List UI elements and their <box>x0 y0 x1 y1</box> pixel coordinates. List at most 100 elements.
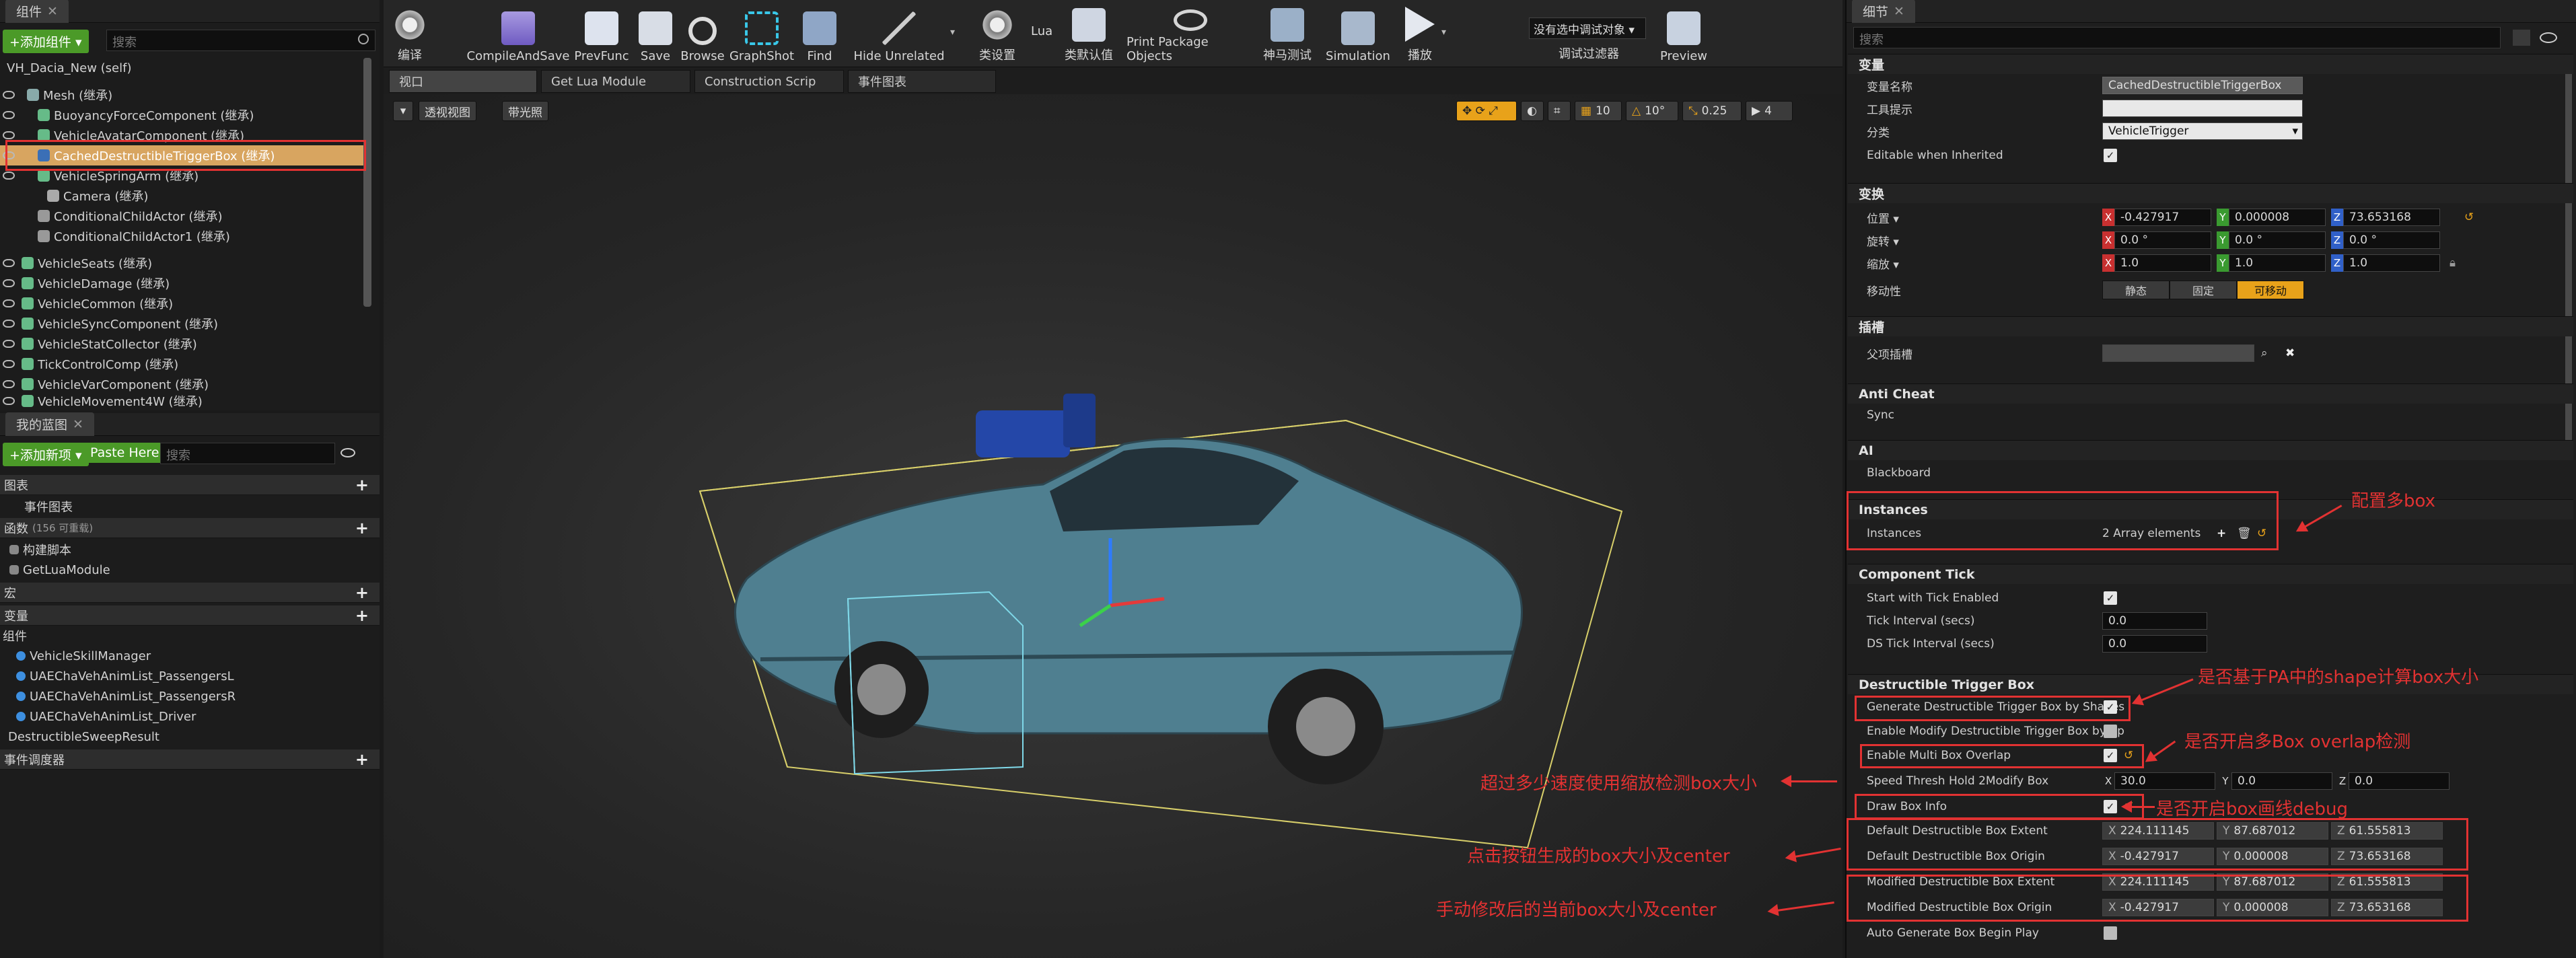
event-dispatchers-section[interactable]: 事件调度器 + <box>0 749 380 770</box>
components-subsection[interactable]: 组件 <box>3 626 27 646</box>
enable-modify-checkbox[interactable] <box>2104 725 2117 738</box>
compile-and-save-button[interactable]: CompileAndSave <box>467 4 569 63</box>
scale-z-input[interactable]: 1.0 <box>2343 254 2440 272</box>
eye-icon[interactable] <box>3 340 15 348</box>
details-search-input[interactable]: 搜索 <box>1853 27 2501 48</box>
eye-icon[interactable] <box>3 259 15 267</box>
class-settings-button[interactable]: 类设置 <box>970 4 1024 63</box>
eye-icon[interactable] <box>3 360 15 368</box>
speed-z-input[interactable]: 0.0 <box>2349 772 2449 790</box>
ai-section-header[interactable]: AI <box>1848 440 2573 460</box>
variable-item[interactable]: UAEChaVehAnimList_PassengersR <box>16 686 236 706</box>
mobility-movable-button[interactable]: 可移动 <box>2237 281 2304 299</box>
chevron-down-icon[interactable]: ▾ <box>1441 27 1446 38</box>
macros-section[interactable]: 宏 + <box>0 583 380 603</box>
add-icon[interactable]: + <box>355 476 369 494</box>
auto-generate-checkbox[interactable] <box>2104 926 2117 940</box>
category-select[interactable]: VehicleTrigger ▾ <box>2102 122 2303 140</box>
save-button[interactable]: Save <box>637 4 674 63</box>
blueprint-search-input[interactable]: 搜索 <box>160 443 335 464</box>
eye-icon[interactable] <box>3 172 15 180</box>
eye-icon[interactable] <box>3 279 15 287</box>
lock-icon[interactable]: 🔒︎ <box>2449 256 2456 270</box>
add-icon[interactable]: + <box>355 583 369 602</box>
component-item[interactable]: VehicleDamage (继承) <box>0 273 170 293</box>
rotation-z-input[interactable]: 0.0 ° <box>2343 231 2440 249</box>
event-graph-item[interactable]: 事件图表 <box>24 496 73 517</box>
graphs-section[interactable]: 图表 + <box>0 475 380 495</box>
component-root[interactable]: VH_Dacia_New (self) <box>7 58 131 78</box>
close-icon[interactable]: ✕ <box>1894 4 1904 19</box>
add-icon[interactable]: + <box>355 750 369 769</box>
close-icon[interactable]: ✕ <box>73 417 83 432</box>
location-y-input[interactable]: 0.000008 <box>2229 209 2326 226</box>
scale-y-input[interactable]: 1.0 <box>2229 254 2326 272</box>
rotation-y-input[interactable]: 0.0 ° <box>2229 231 2326 249</box>
variable-name-input[interactable]: CachedDestructibleTriggerBox <box>2102 77 2303 94</box>
simulation-button[interactable]: Simulation <box>1324 4 1392 63</box>
tooltip-input[interactable] <box>2102 100 2303 117</box>
eye-icon[interactable] <box>3 299 15 307</box>
preview-button[interactable]: Preview <box>1657 4 1711 63</box>
components-scrollbar[interactable] <box>363 58 371 307</box>
hide-unrelated-button[interactable]: Hide Unrelated <box>851 4 947 63</box>
print-package-objects-button[interactable]: Print Package Objects <box>1126 4 1254 63</box>
tab-my-blueprint[interactable]: 我的蓝图 ✕ <box>5 412 94 436</box>
browse-button[interactable]: Browse <box>678 4 727 63</box>
add-icon[interactable]: + <box>355 606 369 625</box>
tick-interval-input[interactable]: 0.0 <box>2102 612 2207 630</box>
component-tick-section-header[interactable]: Component Tick <box>1848 564 2573 584</box>
component-item[interactable]: Camera (继承) <box>0 186 148 206</box>
anti-cheat-section-header[interactable]: Anti Cheat <box>1848 383 2573 404</box>
close-icon[interactable]: ✕ <box>47 4 58 19</box>
transform-section-header[interactable]: 变换 <box>1848 183 2573 203</box>
component-item[interactable]: BuoyancyForceComponent (继承) <box>0 105 254 125</box>
tab-event-graph[interactable]: 事件图表 <box>848 70 996 93</box>
variable-section-header[interactable]: 变量 <box>1848 54 2573 74</box>
graphshot-button[interactable]: GraphShot <box>728 4 795 63</box>
mobility-stationary-button[interactable]: 固定 <box>2170 281 2237 299</box>
add-icon[interactable]: + <box>355 519 369 538</box>
speed-x-input[interactable]: 30.0 <box>2114 772 2215 790</box>
viewport[interactable]: ▾ 透视视图 带光照 ✥ ⟳ ⤢ ◐ ⌗ ▦ 10 △ 10° ⤡ 0.25 ▶ 4 <box>384 94 1842 958</box>
eye-icon[interactable] <box>2540 32 2557 43</box>
grid-view-icon[interactable] <box>2513 30 2530 46</box>
component-item[interactable]: VehicleSyncComponent (继承) <box>0 314 218 334</box>
editable-inherited-checkbox[interactable]: ✓ <box>2104 149 2117 162</box>
component-item[interactable]: ConditionalChildActor1 (继承) <box>0 226 230 246</box>
find-button[interactable]: Find <box>797 4 843 63</box>
ds-tick-interval-input[interactable]: 0.0 <box>2102 635 2207 653</box>
eye-icon[interactable] <box>3 91 15 99</box>
play-button[interactable]: 播放 <box>1398 4 1441 63</box>
variable-item[interactable]: UAEChaVehAnimList_Driver <box>16 706 196 727</box>
eye-icon[interactable] <box>3 397 15 405</box>
compile-button[interactable]: 编译 <box>389 4 431 63</box>
component-item[interactable]: VehicleStatCollector (继承) <box>0 334 197 354</box>
tab-components[interactable]: 组件 ✕ <box>5 0 69 23</box>
eye-icon[interactable] <box>3 320 15 328</box>
add-new-button[interactable]: +添加新项 ▾ <box>3 443 89 466</box>
prev-func-button[interactable]: PrevFunc <box>573 4 630 63</box>
location-z-input[interactable]: 73.653168 <box>2343 209 2440 226</box>
add-component-button[interactable]: +添加组件 ▾ <box>3 30 89 53</box>
mobility-static-button[interactable]: 静态 <box>2102 281 2170 299</box>
sync-row[interactable]: Sync <box>1848 404 2573 427</box>
component-item[interactable]: TickControlComp (继承) <box>0 354 178 374</box>
tab-get-lua-module[interactable]: Get Lua Module <box>541 70 690 93</box>
variables-section[interactable]: 变量 + <box>0 605 380 626</box>
scale-x-input[interactable]: 1.0 <box>2114 254 2211 272</box>
get-lua-module-item[interactable]: GetLuaModule <box>9 560 110 580</box>
construct-script-item[interactable]: 构建脚本 <box>9 540 71 560</box>
eye-icon[interactable] <box>3 131 15 139</box>
components-search-input[interactable]: 搜索 <box>106 30 375 51</box>
tab-construction-script[interactable]: Construction Scrip <box>694 70 844 93</box>
eye-icon[interactable] <box>3 380 15 388</box>
component-item[interactable]: VehicleVarComponent (继承) <box>0 374 209 394</box>
class-defaults-button[interactable]: 类默认值 <box>1057 4 1121 63</box>
clear-icon[interactable]: ✖ <box>2285 346 2295 360</box>
rotation-x-input[interactable]: 0.0 ° <box>2114 231 2211 249</box>
component-item[interactable]: VehicleMovement4W (继承) <box>0 393 203 409</box>
debug-filter-select[interactable]: 没有选中调试对象 ▾ <box>1529 17 1646 39</box>
socket-section-header[interactable]: 插槽 <box>1848 316 2573 336</box>
speed-y-input[interactable]: 0.0 <box>2231 772 2332 790</box>
